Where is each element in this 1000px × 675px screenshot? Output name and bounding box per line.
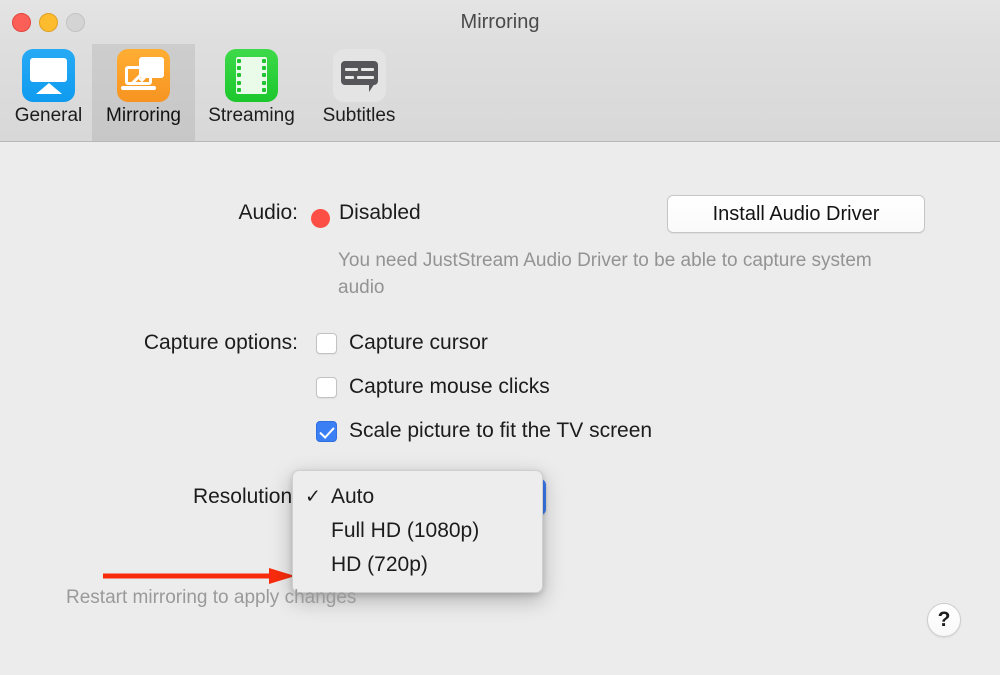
window-title: Mirroring bbox=[460, 11, 540, 33]
tab-streaming[interactable]: Streaming bbox=[196, 44, 307, 141]
tab-mirroring-label: Mirroring bbox=[106, 105, 181, 126]
airplay-icon bbox=[22, 49, 75, 102]
capture-mouse-clicks-label: Capture mouse clicks bbox=[349, 375, 550, 398]
tab-subtitles[interactable]: Subtitles bbox=[307, 44, 411, 141]
capture-mouse-clicks-checkbox[interactable] bbox=[316, 376, 337, 398]
film-icon bbox=[225, 49, 278, 102]
title-bar: Mirroring bbox=[0, 0, 1000, 44]
resolution-label: Resolution: bbox=[192, 485, 298, 508]
resolution-option-auto-label: Auto bbox=[331, 485, 375, 508]
subtitles-icon bbox=[332, 49, 386, 102]
tab-subtitles-label: Subtitles bbox=[322, 105, 396, 126]
resolution-option-auto[interactable]: ✓ Auto bbox=[293, 480, 542, 514]
restart-note: Restart mirroring to apply changes bbox=[66, 587, 357, 608]
audio-status-dot bbox=[311, 209, 330, 228]
resolution-dropdown-menu[interactable]: ✓ Auto Full HD (1080p) HD (720p) bbox=[292, 470, 543, 593]
install-audio-driver-button[interactable]: Install Audio Driver bbox=[667, 195, 925, 233]
help-button[interactable]: ? bbox=[927, 603, 961, 637]
capture-options-label: Capture options: bbox=[143, 331, 298, 354]
capture-cursor-row[interactable]: Capture cursor bbox=[316, 331, 488, 355]
annotation-arrow-icon bbox=[103, 568, 295, 584]
scale-picture-label: Scale picture to fit the TV screen bbox=[349, 419, 653, 442]
tab-streaming-label: Streaming bbox=[208, 105, 295, 126]
tab-general[interactable]: General bbox=[0, 44, 97, 141]
audio-status-text: Disabled bbox=[339, 201, 421, 224]
checkmark-icon: ✓ bbox=[305, 486, 321, 508]
settings-pane: Audio: Disabled Install Audio Driver You… bbox=[0, 143, 1000, 675]
toolbar: General Mirroring Streaming Subtitles bbox=[0, 44, 1000, 142]
capture-cursor-label: Capture cursor bbox=[349, 331, 488, 354]
audio-label: Audio: bbox=[238, 201, 298, 224]
mirroring-icon bbox=[117, 49, 170, 102]
tab-mirroring[interactable]: Mirroring bbox=[92, 44, 195, 141]
preferences-window: Mirroring General Mirroring Streaming Su… bbox=[0, 0, 1000, 675]
tab-general-label: General bbox=[14, 105, 83, 126]
resolution-option-full-hd-label: Full HD (1080p) bbox=[331, 519, 480, 542]
resolution-option-hd-label: HD (720p) bbox=[331, 553, 428, 576]
scale-picture-checkbox[interactable] bbox=[316, 420, 337, 442]
scale-picture-row[interactable]: Scale picture to fit the TV screen bbox=[316, 419, 652, 443]
capture-mouse-clicks-row[interactable]: Capture mouse clicks bbox=[316, 375, 550, 399]
capture-cursor-checkbox[interactable] bbox=[316, 332, 337, 354]
resolution-option-hd[interactable]: HD (720p) bbox=[293, 548, 542, 582]
audio-hint-text: You need JustStream Audio Driver to be a… bbox=[338, 250, 872, 298]
resolution-option-full-hd[interactable]: Full HD (1080p) bbox=[293, 514, 542, 548]
